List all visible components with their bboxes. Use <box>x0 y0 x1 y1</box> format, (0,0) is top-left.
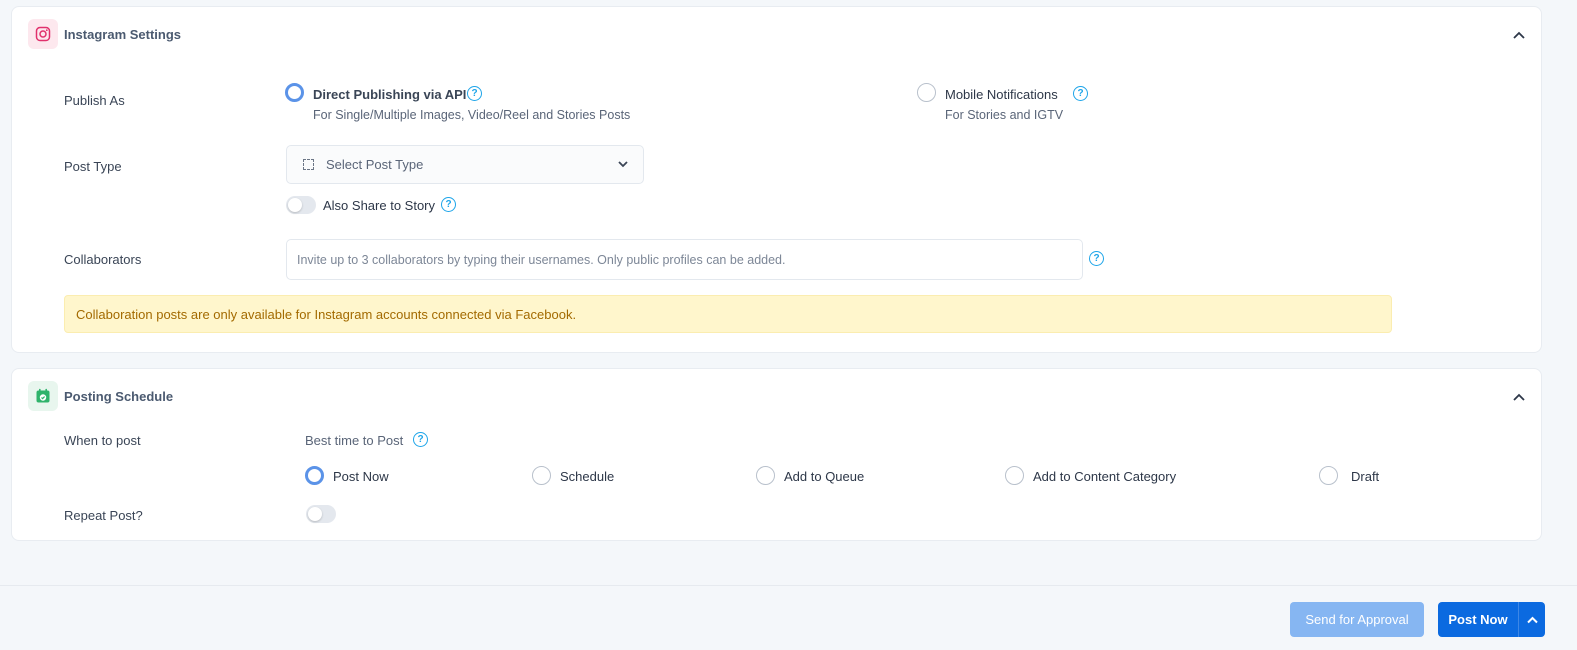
share-to-story-label: Also Share to Story <box>323 198 435 213</box>
add-to-queue-radio[interactable] <box>756 466 775 485</box>
direct-publishing-radio[interactable] <box>285 83 304 102</box>
chevron-up-icon <box>1513 393 1525 401</box>
help-circle-icon[interactable]: ? <box>441 197 456 212</box>
post-type-select[interactable]: Select Post Type <box>286 145 644 184</box>
post-options-dropdown-button[interactable] <box>1518 602 1545 637</box>
instagram-settings-collapse-button[interactable] <box>1509 25 1529 45</box>
schedule-label: Schedule <box>560 469 615 484</box>
draft-radio[interactable] <box>1319 466 1338 485</box>
posting-schedule-header: Posting Schedule <box>28 381 173 411</box>
post-now-button[interactable]: Post Now <box>1438 602 1518 637</box>
publish-as-label: Publish As <box>64 93 125 108</box>
posting-schedule-collapse-button[interactable] <box>1509 387 1529 407</box>
toggle-knob <box>308 507 322 521</box>
collaborators-label: Collaborators <box>64 252 142 267</box>
post-type-label: Post Type <box>64 159 122 174</box>
chevron-down-icon <box>618 161 628 168</box>
posting-schedule-title: Posting Schedule <box>64 388 174 404</box>
help-circle-icon[interactable]: ? <box>467 86 482 101</box>
instagram-settings-card: Instagram Settings Publish As Direct Pub… <box>11 6 1542 353</box>
action-footer: Send for Approval Post Now <box>0 585 1577 650</box>
toggle-knob <box>288 198 302 212</box>
when-to-post-label: When to post <box>64 433 141 448</box>
mobile-notifications-label: Mobile Notifications <box>945 87 1058 102</box>
mobile-notifications-radio[interactable] <box>917 83 936 102</box>
direct-publishing-label: Direct Publishing via API <box>313 87 467 102</box>
chevron-up-icon <box>1526 616 1538 623</box>
posting-schedule-card: Posting Schedule When to post Best time … <box>11 368 1542 541</box>
direct-publishing-description: For Single/Multiple Images, Video/Reel a… <box>313 108 631 122</box>
add-to-content-category-radio[interactable] <box>1005 466 1024 485</box>
share-to-story-toggle[interactable] <box>286 196 316 214</box>
schedule-radio[interactable] <box>532 466 551 485</box>
instagram-settings-header: Instagram Settings <box>28 19 181 49</box>
help-circle-icon[interactable]: ? <box>1089 251 1104 266</box>
draft-label: Draft <box>1351 469 1380 484</box>
help-circle-icon[interactable]: ? <box>413 432 428 447</box>
add-to-content-category-label: Add to Content Category <box>1033 469 1177 484</box>
add-to-queue-label: Add to Queue <box>784 469 865 484</box>
help-circle-icon[interactable]: ? <box>1073 86 1088 101</box>
collaborators-input[interactable] <box>286 239 1083 280</box>
post-type-select-text: Select Post Type <box>326 157 424 172</box>
send-for-approval-button[interactable]: Send for Approval <box>1290 602 1424 637</box>
select-placeholder-icon <box>303 159 314 170</box>
mobile-notifications-description: For Stories and IGTV <box>945 108 1064 122</box>
best-time-label: Best time to Post <box>305 433 404 448</box>
instagram-icon <box>28 19 58 49</box>
post-now-radio[interactable] <box>305 466 324 485</box>
repeat-post-label: Repeat Post? <box>64 508 143 523</box>
instagram-settings-title: Instagram Settings <box>64 26 182 42</box>
repeat-post-toggle[interactable] <box>306 505 336 523</box>
calendar-check-icon <box>28 381 58 411</box>
collaboration-alert: Collaboration posts are only available f… <box>64 295 1392 333</box>
post-now-label: Post Now <box>333 469 389 484</box>
chevron-up-icon <box>1513 31 1525 39</box>
